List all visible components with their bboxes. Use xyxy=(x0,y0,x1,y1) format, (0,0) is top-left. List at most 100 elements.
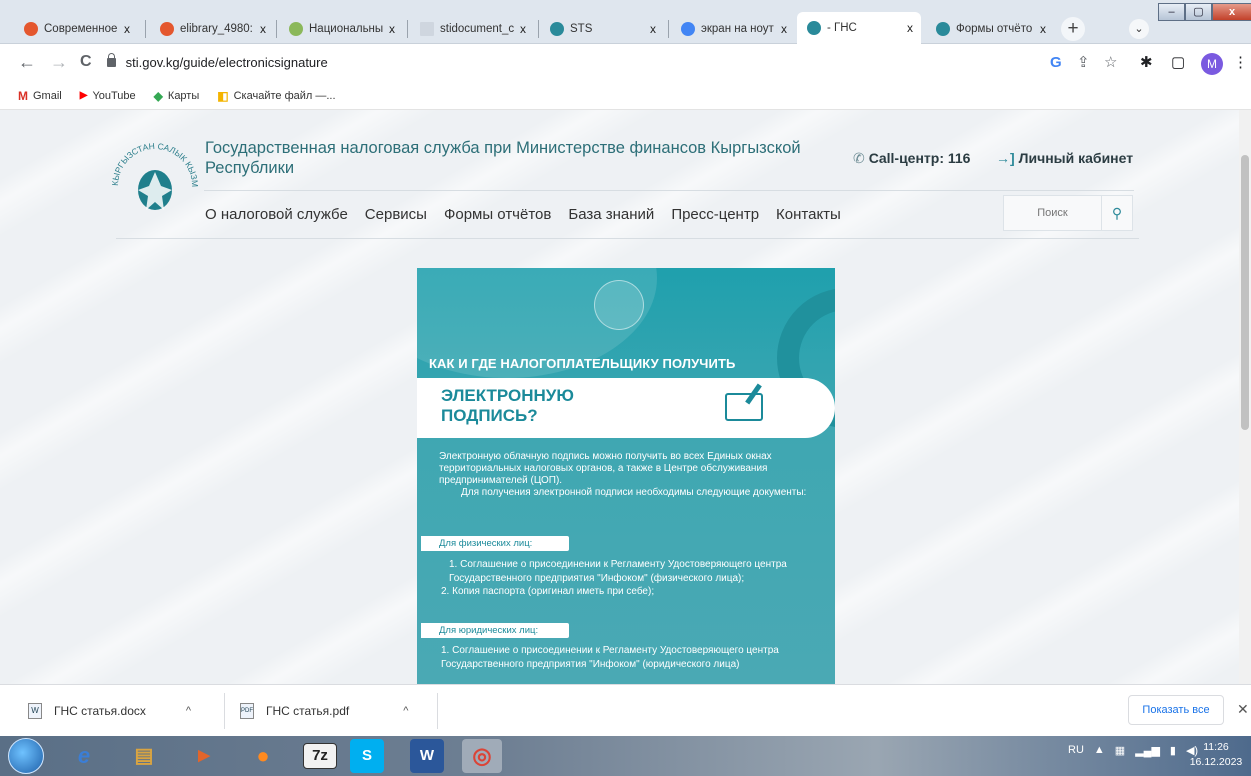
screen: Современное x elibrary_4980: x Националь… xyxy=(0,0,1251,776)
nav-knowledge[interactable]: База знаний xyxy=(568,206,654,223)
tab-1[interactable]: Современное x xyxy=(14,14,138,44)
tab-title: Современное xyxy=(44,23,118,35)
call-center-text: Call-центр: 116 xyxy=(868,150,971,166)
poster-headline-line-2: ПОДПИСЬ? xyxy=(441,406,538,425)
back-arrow-icon[interactable]: ← xyxy=(18,53,36,71)
nav-divider xyxy=(116,238,1139,239)
word-file-icon: W xyxy=(28,703,42,719)
bookmark-star-icon[interactable]: ☆ xyxy=(1104,54,1117,72)
nav-press[interactable]: Пресс-центр xyxy=(671,206,759,223)
e-signature-poster: КАК И ГДЕ НАЛОГОПЛАТЕЛЬЩИКУ ПОЛУЧИТЬ ЭЛЕ… xyxy=(417,268,835,684)
legal-chip: Для юридических лиц: xyxy=(421,623,569,638)
skype-icon[interactable]: S xyxy=(350,739,384,773)
tab-5[interactable]: STS x xyxy=(540,14,664,44)
chevron-up-icon[interactable]: ^ xyxy=(403,705,408,717)
individuals-list: 1. Соглашение о присоединении к Регламен… xyxy=(441,558,801,599)
media-player-icon[interactable]: ▶ xyxy=(184,739,224,773)
bookmark-download[interactable]: ◧ Скачайте файл —... xyxy=(217,89,335,103)
personal-cabinet-link[interactable]: →] Личный кабинет xyxy=(996,150,1133,166)
page-scrollbar[interactable] xyxy=(1239,110,1251,684)
chrome-icon[interactable]: ◎ xyxy=(462,739,502,773)
maximize-button[interactable]: ▢ xyxy=(1185,3,1212,21)
scrollbar-thumb[interactable] xyxy=(1241,155,1249,430)
windows-taskbar: e ▤ ▶ ● 7z S W ◎ RU ▲ ▦ ▂▄▆ ▮ ◀) 11:26 1… xyxy=(0,736,1251,776)
nav-about[interactable]: О налоговой службе xyxy=(205,206,348,223)
download-filename: ГНС статья.docx xyxy=(54,704,146,718)
signal-icon[interactable]: ▂▄▆ xyxy=(1135,744,1160,757)
bookmark-label: Gmail xyxy=(33,89,62,102)
youtube-icon: ▶ xyxy=(79,90,88,101)
chevron-up-icon[interactable]: ^ xyxy=(186,705,191,717)
tab-6[interactable]: экран на ноут x xyxy=(671,14,795,44)
new-tab-button[interactable]: + xyxy=(1061,17,1085,41)
tab-title: - ГНС xyxy=(827,22,857,34)
favicon-icon xyxy=(807,21,821,35)
address-bar[interactable]: sti.gov.kg/guide/electronicsignature xyxy=(107,50,1027,76)
7zip-icon[interactable]: 7z xyxy=(303,743,337,769)
side-panel-icon[interactable]: ▢ xyxy=(1171,54,1185,72)
tab-close-icon[interactable]: x xyxy=(1040,22,1046,36)
legal-list: 1. Соглашение о присоединении к Регламен… xyxy=(441,644,801,671)
call-center-link[interactable]: ✆ Call-центр: 116 xyxy=(853,150,970,167)
close-downloads-icon[interactable]: ✕ xyxy=(1237,701,1249,718)
tab-close-icon[interactable]: x xyxy=(124,22,130,36)
signature-icon xyxy=(725,393,763,421)
tab-close-icon[interactable]: x xyxy=(650,22,656,36)
profile-avatar[interactable]: M xyxy=(1201,53,1223,75)
tab-4[interactable]: stidocument_c x xyxy=(410,14,534,44)
bookmark-gmail[interactable]: M Gmail xyxy=(18,89,62,103)
network-icon[interactable]: ▦ xyxy=(1115,744,1125,757)
individuals-chip-label: Для физических лиц: xyxy=(439,538,533,549)
bookmark-youtube[interactable]: ▶ YouTube xyxy=(80,90,136,102)
bookmark-maps[interactable]: ◆ Карты xyxy=(154,89,200,103)
nav-forms[interactable]: Формы отчётов xyxy=(444,206,551,223)
poster-intro-1: Электронную облачную подпись можно получ… xyxy=(439,451,772,486)
nav-contacts[interactable]: Контакты xyxy=(776,206,841,223)
show-all-downloads-button[interactable]: Показать все xyxy=(1128,695,1224,725)
tray-chevron-icon[interactable]: ▲ xyxy=(1094,744,1105,757)
favicon-icon xyxy=(681,22,695,36)
tab-close-icon[interactable]: x xyxy=(389,22,395,36)
language-indicator[interactable]: RU xyxy=(1068,744,1084,757)
google-translate-icon[interactable]: G xyxy=(1050,54,1062,72)
login-icon: →] xyxy=(996,150,1015,166)
main-nav: О налоговой службе Сервисы Формы отчётов… xyxy=(205,206,858,223)
file-explorer-icon[interactable]: ▤ xyxy=(124,739,164,773)
reload-icon[interactable]: C xyxy=(80,53,92,71)
share-icon[interactable]: ⇪ xyxy=(1077,54,1090,72)
minimize-button[interactable]: – xyxy=(1158,3,1185,21)
firefox-icon[interactable]: ● xyxy=(243,739,283,773)
clock[interactable]: 11:26 16.12.2023 xyxy=(1186,740,1246,770)
gns-logo[interactable]: КЫРГЫЗСТАН САЛЫК КЫЗМАТЫ xyxy=(108,138,202,220)
download-filename: ГНС статья.pdf xyxy=(266,704,350,718)
nav-services[interactable]: Сервисы xyxy=(365,206,427,223)
tab-search-icon[interactable]: ⌄ xyxy=(1129,19,1149,39)
download-item-docx[interactable]: W ГНС статья.docx ^ xyxy=(28,685,191,737)
close-window-button[interactable]: x xyxy=(1212,3,1251,21)
tab-3[interactable]: Национальны x xyxy=(279,14,403,44)
tab-title: elibrary_4980: xyxy=(180,23,253,35)
tab-2[interactable]: elibrary_4980: x xyxy=(150,14,274,44)
tab-close-icon[interactable]: x xyxy=(781,22,787,36)
download-item-pdf[interactable]: PDF ГНС статья.pdf ^ xyxy=(240,685,408,737)
start-button[interactable] xyxy=(8,738,44,774)
tab-close-icon[interactable]: x xyxy=(260,22,266,36)
site-title[interactable]: Государственная налоговая служба при Мин… xyxy=(205,138,805,178)
tab-8[interactable]: Формы отчёто x xyxy=(926,14,1054,44)
forward-arrow-icon[interactable]: → xyxy=(50,53,68,71)
favicon-icon xyxy=(24,22,38,36)
search-input[interactable] xyxy=(1004,196,1101,230)
list-item: 1. Соглашение о присоединении к Регламен… xyxy=(441,645,779,670)
legal-chip-label: Для юридических лиц: xyxy=(439,625,539,636)
tab-7-active[interactable]: - ГНС x xyxy=(797,12,921,44)
internet-explorer-icon[interactable]: e xyxy=(64,739,104,773)
word-icon[interactable]: W xyxy=(410,739,444,773)
extensions-icon[interactable]: ✱ xyxy=(1140,54,1153,72)
tab-close-icon[interactable]: x xyxy=(907,21,913,35)
battery-icon[interactable]: ▮ xyxy=(1170,744,1176,757)
downloads-bar: W ГНС статья.docx ^ PDF ГНС статья.pdf ^… xyxy=(0,684,1251,736)
browser-menu-icon[interactable]: ⋮ xyxy=(1233,54,1248,72)
header-divider xyxy=(204,190,1134,191)
search-icon[interactable]: ⚲ xyxy=(1101,196,1132,230)
tab-close-icon[interactable]: x xyxy=(520,22,526,36)
